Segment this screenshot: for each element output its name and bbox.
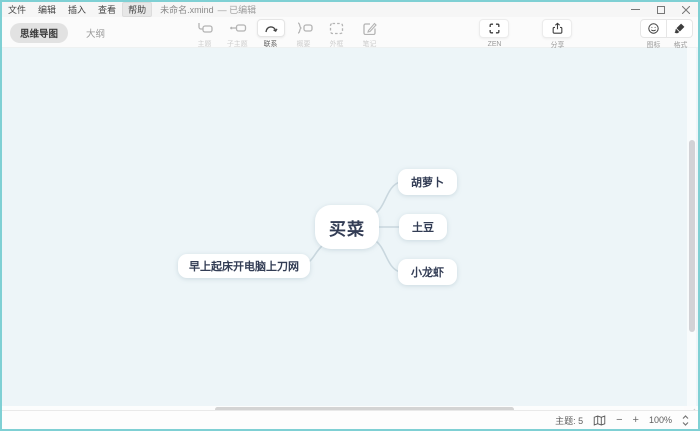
share-icon	[542, 19, 572, 38]
zoom-out-button[interactable]: −	[616, 415, 622, 426]
topic-node[interactable]: 土豆	[399, 214, 447, 240]
relationship-button[interactable]: 联系	[254, 19, 287, 49]
boundary-button[interactable]: 外框	[320, 19, 353, 49]
summary-icon	[290, 19, 318, 37]
zen-mode-button[interactable]: ZEN	[479, 19, 509, 48]
topic-node[interactable]: 小龙虾	[398, 259, 457, 285]
zoom-stepper-icon[interactable]	[682, 415, 689, 426]
document-title: 未命名.xmind	[160, 3, 214, 16]
topic-node[interactable]: 胡萝卜	[398, 169, 457, 195]
markers-button[interactable]: 图标	[640, 19, 667, 50]
summary-button[interactable]: 概要	[287, 19, 320, 49]
tool-group: 主题 子主题 联系	[188, 19, 386, 49]
topic-button[interactable]: 主题	[188, 19, 221, 49]
status-bar: 主题: 5 − + 100%	[2, 410, 698, 429]
vertical-scrollbar-thumb[interactable]	[689, 140, 695, 332]
mindmap-canvas[interactable]: 买菜 胡萝卜 土豆 小龙虾 早上起床开电脑上刀网	[2, 48, 698, 406]
view-tabs: 思维导图 大纲	[10, 23, 115, 43]
format-button[interactable]: 格式	[667, 19, 693, 50]
menu-view[interactable]: 查看	[92, 2, 122, 17]
minimap-icon[interactable]	[593, 415, 606, 426]
format-brush-icon	[666, 19, 693, 38]
note-button[interactable]: 笔记	[353, 19, 386, 49]
window-controls	[631, 5, 698, 14]
menu-insert[interactable]: 插入	[62, 2, 92, 17]
subtopic-icon	[224, 19, 252, 37]
maximize-icon[interactable]	[657, 6, 665, 14]
menu-file[interactable]: 文件	[2, 2, 32, 17]
toolbar: 思维导图 大纲 主题 子主题	[2, 17, 698, 48]
tab-mindmap[interactable]: 思维导图	[10, 23, 68, 43]
note-icon	[356, 19, 384, 37]
zoom-in-button[interactable]: +	[633, 415, 639, 426]
xmind-window: 文件 编辑 插入 查看 帮助 未命名.xmind — 已编辑 思维导图 大纲	[0, 0, 700, 431]
topic-icon	[191, 19, 219, 37]
topics-count: 主题: 5	[555, 414, 583, 427]
close-icon[interactable]	[682, 6, 690, 14]
menu-edit[interactable]: 编辑	[32, 2, 62, 17]
minimize-icon[interactable]	[631, 5, 640, 14]
right-panel-buttons: 图标 格式	[640, 19, 693, 50]
zen-icon	[479, 19, 509, 38]
menu-help[interactable]: 帮助	[122, 2, 152, 17]
marker-smiley-icon	[640, 19, 667, 38]
central-topic-node[interactable]: 买菜	[315, 205, 379, 249]
tab-outline[interactable]: 大纲	[76, 23, 115, 43]
zen-label: ZEN	[487, 39, 501, 47]
boundary-icon	[323, 19, 351, 37]
relationship-icon	[257, 19, 285, 37]
menu-bar: 文件 编辑 插入 查看 帮助 未命名.xmind — 已编辑	[2, 2, 698, 17]
subtopic-button[interactable]: 子主题	[221, 19, 254, 49]
topic-node[interactable]: 早上起床开电脑上刀网	[178, 254, 310, 278]
edit-status: — 已编辑	[218, 3, 257, 16]
share-button[interactable]: 分享	[542, 19, 572, 50]
zoom-level: 100%	[649, 415, 672, 425]
